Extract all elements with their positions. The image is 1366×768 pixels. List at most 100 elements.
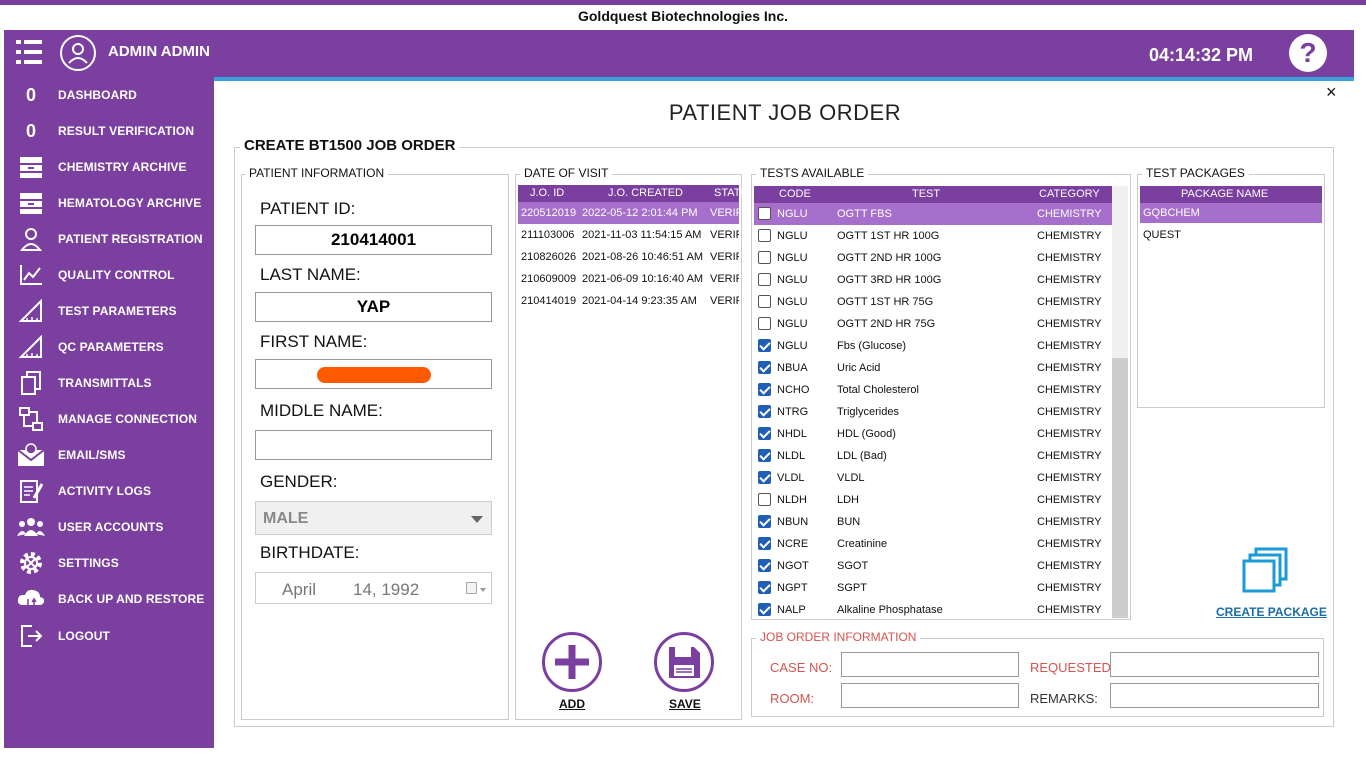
test-checkbox[interactable] [758, 295, 771, 308]
sidebar-item-logout[interactable]: LOGOUT [4, 621, 214, 651]
sidebar-item-label: LOGOUT [58, 629, 110, 643]
table-row[interactable]: NGLU OGTT 1ST HR 100G CHEMISTRY [754, 225, 1112, 247]
table-row[interactable]: NGLU OGTT 3RD HR 100G CHEMISTRY [754, 269, 1112, 291]
test-checkbox[interactable] [758, 537, 771, 550]
test-code: NGLU [777, 208, 808, 220]
test-checkbox[interactable] [758, 493, 771, 506]
list-item[interactable]: GQBCHEM [1140, 203, 1322, 223]
test-checkbox[interactable] [758, 559, 771, 572]
birthdate-picker[interactable]: April 14, 1992 [255, 572, 492, 604]
test-checkbox[interactable] [758, 317, 771, 330]
test-checkbox[interactable] [758, 339, 771, 352]
close-icon[interactable]: × [1326, 82, 1337, 103]
table-row[interactable]: NGPT SGPT CHEMISTRY [754, 577, 1112, 599]
room-input[interactable] [841, 683, 1019, 708]
sidebar-item-chemistry-archive[interactable]: CHEMISTRY ARCHIVE [4, 152, 214, 182]
sidebar-item-label: QC PARAMETERS [58, 340, 164, 354]
calendar-icon[interactable] [466, 582, 477, 594]
create-package-icon[interactable] [1240, 545, 1292, 597]
sidebar-item-dashboard[interactable]: 0 DASHBOARD [4, 80, 214, 110]
save-button[interactable] [654, 632, 714, 692]
test-checkbox[interactable] [758, 581, 771, 594]
table-row[interactable]: NCHO Total Cholesterol CHEMISTRY [754, 379, 1112, 401]
table-row[interactable]: 210826026 2021-08-26 10:46:51 AM VERIF [518, 246, 739, 268]
table-row[interactable]: NHDL HDL (Good) CHEMISTRY [754, 423, 1112, 445]
table-row[interactable]: NLDH LDH CHEMISTRY [754, 489, 1112, 511]
table-row[interactable]: NTRG Triglycerides CHEMISTRY [754, 401, 1112, 423]
table-row[interactable]: 211103006 2021-11-03 11:54:15 AM VERIF [518, 224, 739, 246]
sidebar-item-label: HEMATOLOGY ARCHIVE [58, 196, 202, 210]
redaction-mark [317, 367, 431, 383]
table-row[interactable]: VLDL VLDL CHEMISTRY [754, 467, 1112, 489]
gender-select[interactable]: MALE [255, 501, 492, 535]
test-checkbox[interactable] [758, 207, 771, 220]
sidebar-item-transmittals[interactable]: TRANSMITTALS [4, 368, 214, 398]
test-code: NGLU [777, 318, 808, 330]
sidebar-item-qc-parameters[interactable]: QC PARAMETERS [4, 332, 214, 362]
table-row[interactable]: 220512019 2022-05-12 2:01:44 PM VERIF [518, 202, 739, 224]
sidebar-item-email-sms[interactable]: EMAIL/SMS [4, 440, 214, 470]
test-checkbox[interactable] [758, 361, 771, 374]
visit-id: 211103006 [521, 229, 575, 241]
patient-id-label: PATIENT ID: [260, 199, 356, 218]
save-button-label[interactable]: SAVE [669, 697, 701, 711]
sidebar-item-user-accounts[interactable]: USER ACCOUNTS [4, 512, 214, 542]
menu-icon[interactable] [14, 37, 44, 67]
requested-input[interactable] [1110, 652, 1319, 677]
sidebar-item-result-verification[interactable]: 0 RESULT VERIFICATION [4, 116, 214, 146]
test-test: Creatinine [837, 538, 888, 550]
add-button[interactable] [542, 632, 602, 692]
table-row[interactable]: NBUN BUN CHEMISTRY [754, 511, 1112, 533]
test-category: CHEMISTRY [1037, 296, 1102, 308]
test-test: OGTT 2ND HR 75G [837, 318, 936, 330]
table-row[interactable]: 210609009 2021-06-09 10:16:40 AM VERIF [518, 268, 739, 290]
test-checkbox[interactable] [758, 383, 771, 396]
sidebar-item-patient-registration[interactable]: PATIENT REGISTRATION [4, 224, 214, 254]
remarks-input[interactable] [1110, 683, 1319, 708]
sidebar-item-settings[interactable]: SETTINGS [4, 548, 214, 578]
test-code: NGLU [777, 274, 808, 286]
sidebar-item-quality-control[interactable]: QUALITY CONTROL [4, 260, 214, 290]
table-row[interactable]: NGLU OGTT 1ST HR 75G CHEMISTRY [754, 291, 1112, 313]
sidebar-item-activity-logs[interactable]: ACTIVITY LOGS [4, 476, 214, 506]
create-package-link[interactable]: CREATE PACKAGE [1216, 605, 1327, 619]
avatar[interactable] [60, 35, 96, 71]
archive-icon [4, 191, 58, 215]
visit-created: 2021-11-03 11:54:15 AM [582, 229, 702, 241]
last-name-field[interactable]: YAP [255, 292, 492, 322]
table-row[interactable]: NCRE Creatinine CHEMISTRY [754, 533, 1112, 555]
list-item[interactable]: QUEST [1140, 225, 1322, 245]
table-row[interactable]: NBUA Uric Acid CHEMISTRY [754, 357, 1112, 379]
table-row[interactable]: NGLU Fbs (Glucose) CHEMISTRY [754, 335, 1112, 357]
case-no-input[interactable] [841, 652, 1019, 677]
table-row[interactable]: NGLU OGTT FBS CHEMISTRY [754, 203, 1112, 225]
help-icon[interactable]: ? [1289, 34, 1327, 72]
test-checkbox[interactable] [758, 449, 771, 462]
middle-name-field[interactable] [255, 430, 492, 460]
test-checkbox[interactable] [758, 229, 771, 242]
sidebar-item-backup-restore[interactable]: BACK UP AND RESTORE [4, 584, 214, 614]
sidebar-item-manage-connection[interactable]: MANAGE CONNECTION [4, 404, 214, 434]
table-row[interactable]: NALP Alkaline Phosphatase CHEMISTRY [754, 599, 1112, 618]
test-checkbox[interactable] [758, 251, 771, 264]
table-row[interactable]: NLDL LDL (Bad) CHEMISTRY [754, 445, 1112, 467]
package-name: GQBCHEM [1143, 207, 1200, 219]
test-checkbox[interactable] [758, 471, 771, 484]
sidebar-item-test-parameters[interactable]: TEST PARAMETERS [4, 296, 214, 326]
test-checkbox[interactable] [758, 273, 771, 286]
test-checkbox[interactable] [758, 427, 771, 440]
tests-scrollbar-thumb[interactable] [1112, 358, 1128, 618]
sidebar-item-hematology-archive[interactable]: HEMATOLOGY ARCHIVE [4, 188, 214, 218]
test-code: NLDL [777, 450, 806, 462]
table-row[interactable]: 210414019 2021-04-14 9:23:35 AM VERIF [518, 290, 739, 312]
test-checkbox[interactable] [758, 515, 771, 528]
test-checkbox[interactable] [758, 603, 771, 616]
test-checkbox[interactable] [758, 405, 771, 418]
visit-created: 2021-06-09 10:16:40 AM [582, 273, 704, 285]
col-header-category: CATEGORY [1039, 188, 1100, 200]
table-row[interactable]: NGLU OGTT 2ND HR 75G CHEMISTRY [754, 313, 1112, 335]
add-button-label[interactable]: ADD [559, 697, 585, 711]
table-row[interactable]: NGLU OGTT 2ND HR 100G CHEMISTRY [754, 247, 1112, 269]
table-row[interactable]: NGOT SGOT CHEMISTRY [754, 555, 1112, 577]
patient-id-field[interactable]: 210414001 [255, 225, 492, 255]
